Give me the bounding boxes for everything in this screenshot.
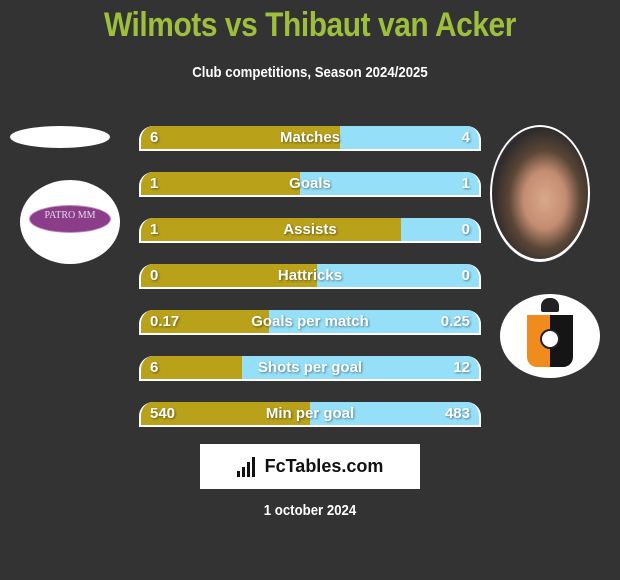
stat-row-goals-per-match: Goals per match 0.17 0.25 [139, 310, 481, 335]
right-value: 1 [461, 175, 470, 192]
right-value: 483 [444, 405, 470, 422]
right-value: 0 [461, 267, 470, 284]
left-player-photo-placeholder [10, 126, 110, 148]
right-value: 12 [453, 359, 470, 376]
player-face-image [492, 127, 588, 259]
right-club-logo [500, 294, 600, 378]
left-value: 6 [150, 129, 159, 146]
left-value: 0 [150, 267, 159, 284]
stat-label: Goals [289, 175, 331, 192]
stat-label: Matches [279, 129, 341, 146]
fctables-brand-banner[interactable]: FcTables.com [200, 444, 420, 489]
left-value: 1 [150, 175, 159, 192]
stat-row-assists: Assists 1 0 [139, 218, 481, 243]
stat-label: Shots per goal [257, 359, 363, 376]
right-value: 4 [461, 129, 470, 146]
right-player-photo [490, 125, 590, 262]
left-value: 0.17 [150, 313, 180, 330]
bar-chart-growth-icon [236, 455, 259, 479]
page-title: Wilmots vs Thibaut van Acker [104, 6, 516, 44]
left-club-logo: PATRO MM [20, 180, 120, 264]
crown-icon [541, 298, 559, 312]
stat-row-goals: Goals 1 1 [139, 172, 481, 197]
page-subtitle: Club competitions, Season 2024/2025 [192, 64, 428, 81]
stat-row-matches: Matches 6 4 [139, 126, 481, 151]
right-value: 0.25 [440, 313, 470, 330]
brand-name: FcTables.com [264, 456, 384, 476]
stat-label: Assists [283, 221, 337, 238]
stat-row-min-per-goal: Min per goal 540 483 [139, 402, 481, 427]
stat-row-hattricks: Hattricks 0 0 [139, 264, 481, 289]
left-value: 1 [150, 221, 159, 238]
stat-label: Goals per match [251, 313, 369, 330]
stat-row-shots-per-goal: Shots per goal 6 12 [139, 356, 481, 381]
left-club-logo-text: PATRO MM [44, 210, 96, 221]
right-value: 0 [461, 221, 470, 238]
left-value: 6 [150, 359, 159, 376]
club-shield-icon [527, 315, 573, 367]
stat-label: Hattricks [277, 267, 343, 284]
patro-logo-icon: PATRO MM [29, 205, 111, 233]
club-emblem-icon [540, 329, 560, 349]
stat-label: Min per goal [265, 405, 355, 422]
footer-date: 1 october 2024 [263, 502, 357, 519]
left-value: 540 [150, 405, 176, 422]
